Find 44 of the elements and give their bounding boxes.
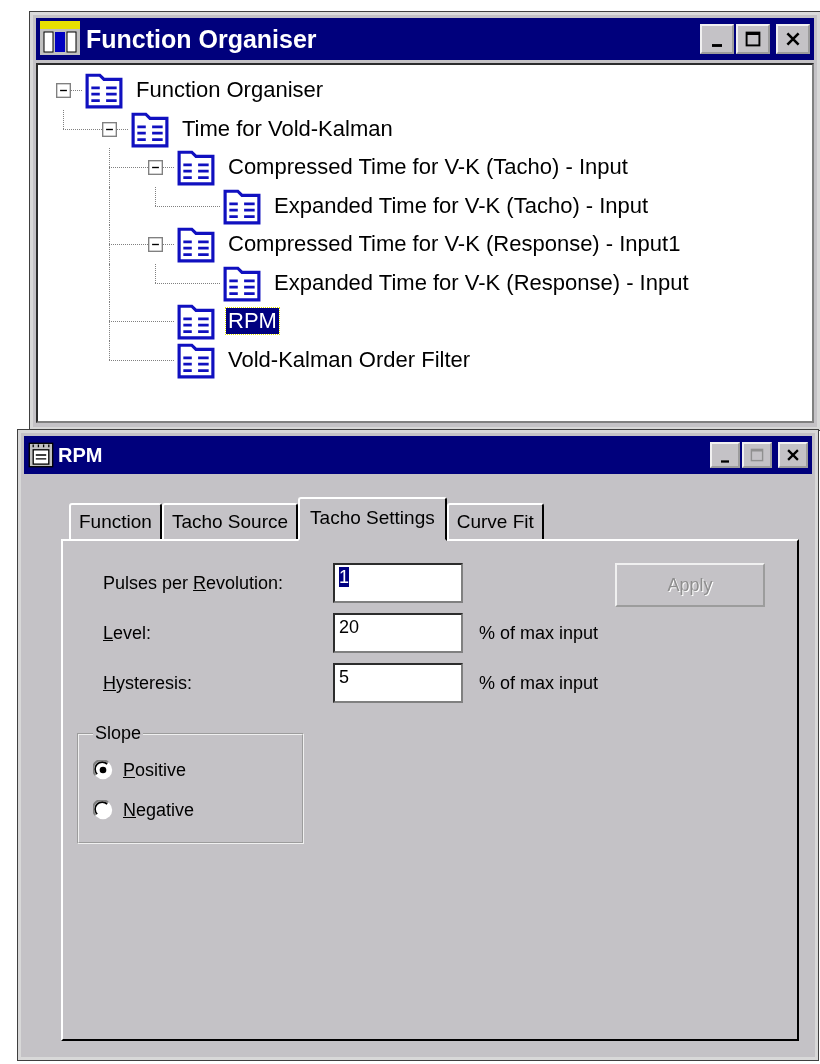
input-field[interactable]: 5 [333,663,463,703]
field-label: Pulses per Revolution: [103,572,285,594]
app-icon [40,21,80,57]
close-button[interactable] [778,442,808,468]
window-title: Function Organiser [86,24,318,54]
collapse-toggle-icon[interactable] [102,121,117,137]
minimize-button[interactable] [700,24,734,54]
minimize-button[interactable] [710,442,740,468]
tree-item[interactable]: Compressed Time for V-K (Response) - Input1 [226,231,683,258]
tab[interactable]: Tacho Source [161,503,299,541]
radio-button[interactable] [93,800,113,820]
field-label: Hysteresis: [103,672,194,694]
unit-label: % of max input [479,672,599,694]
collapse-toggle-icon[interactable] [148,160,163,175]
maximize-icon [750,448,764,462]
field-label: Level: [103,622,153,644]
radio-label[interactable]: Positive [123,759,187,781]
close-icon [786,448,800,462]
tree-item[interactable]: Compressed Time for V-K (Tacho) - Input [226,154,630,181]
minimize-icon [712,43,722,47]
tab[interactable]: Tacho Settings [298,497,447,541]
input-field[interactable]: 1 [333,563,463,603]
tree-item[interactable]: Function Organiser [134,77,326,104]
window-title: RPM [58,443,104,467]
unit-label: % of max input [479,622,599,644]
notepad-icon [28,442,54,468]
group-title: Slope [94,723,143,744]
tree-item[interactable]: Time for Vold-Kalman [180,115,395,142]
collapse-toggle-icon[interactable] [56,83,71,98]
tree-item[interactable]: Vold-Kalman Order Filter [226,346,473,373]
input-field[interactable]: 20 [333,613,463,653]
minimize-icon [721,459,729,463]
tab[interactable]: Curve Fit [446,503,544,541]
radio-button[interactable] [93,760,113,780]
maximize-icon [745,31,761,47]
tree-item[interactable]: RPM [226,308,279,335]
maximize-button[interactable] [736,24,770,54]
radio-label[interactable]: Negative [123,799,195,821]
tab[interactable]: Function [69,503,162,541]
close-button[interactable] [776,24,810,54]
close-icon [785,31,801,47]
tree-item[interactable]: Expanded Time for V-K (Response) - Input [272,269,691,296]
tree-item[interactable]: Expanded Time for V-K (Tacho) - Input [272,192,651,219]
collapse-toggle-icon[interactable] [148,237,163,252]
